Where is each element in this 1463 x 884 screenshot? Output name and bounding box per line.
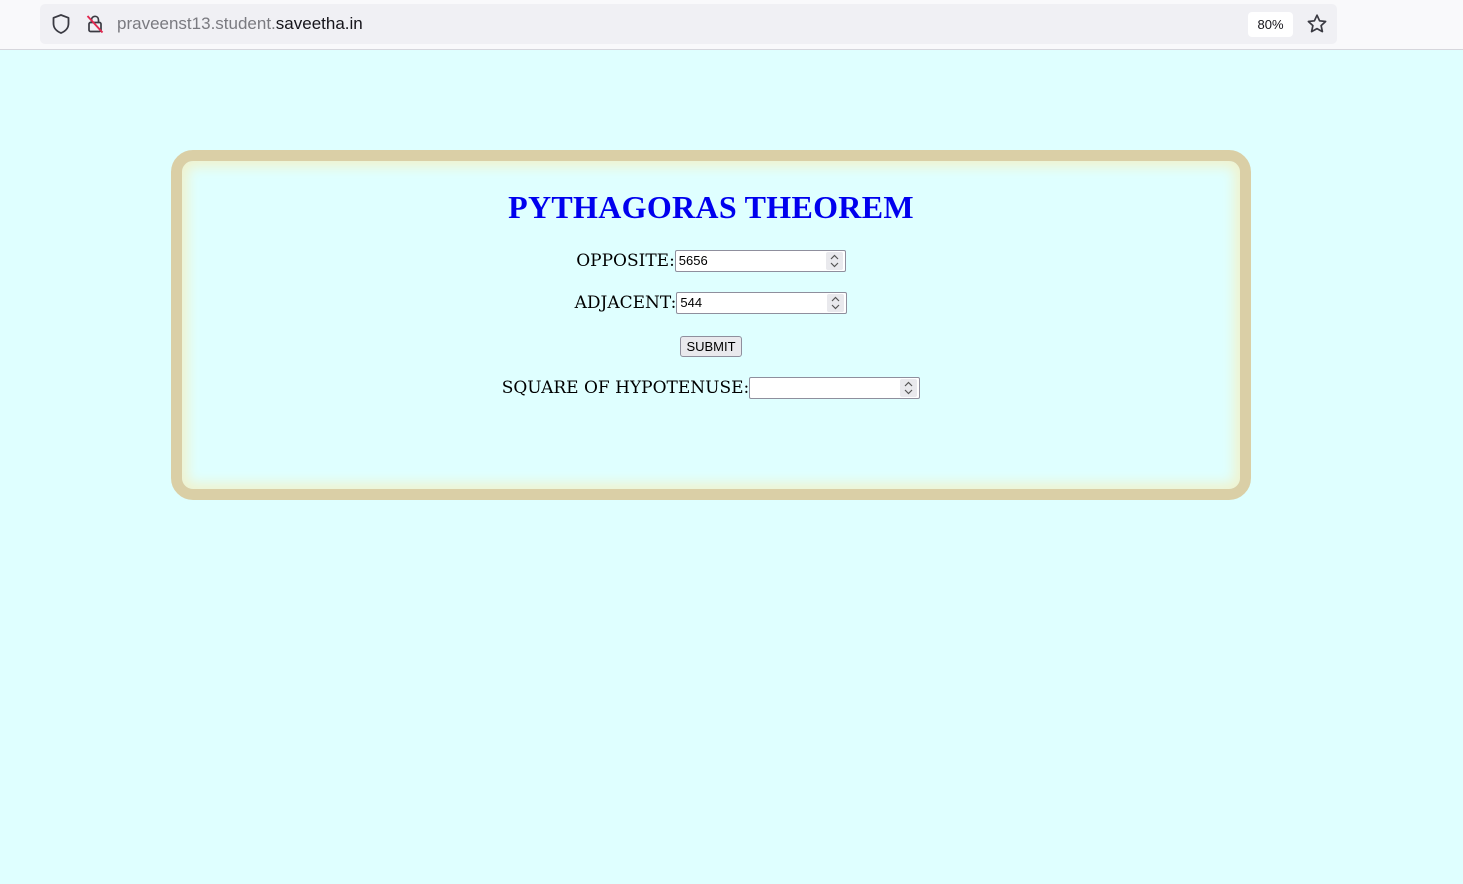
url-domain: saveetha.in: [275, 14, 363, 33]
chevron-up-icon[interactable]: [830, 254, 839, 260]
chevron-up-icon[interactable]: [831, 296, 840, 302]
page-title: PYTHAGORAS THEOREM: [508, 189, 914, 225]
browser-toolbar: praveenst13.student.saveetha.in 80%: [0, 0, 1463, 50]
opposite-input[interactable]: [675, 251, 824, 271]
hypotenuse-input-box[interactable]: [749, 377, 921, 399]
address-bar[interactable]: praveenst13.student.saveetha.in 80%: [40, 4, 1337, 44]
chevron-up-icon[interactable]: [904, 381, 913, 387]
hypotenuse-label: SQUARE OF HYPOTENUSE:: [501, 378, 750, 398]
adjacent-input-box[interactable]: [676, 292, 848, 314]
opposite-row: OPPOSITE:: [182, 250, 1240, 272]
adjacent-spinner[interactable]: [827, 294, 845, 312]
adjacent-label: ADJACENT:: [574, 293, 677, 313]
submit-button[interactable]: SUBMIT: [680, 336, 742, 357]
url-text[interactable]: praveenst13.student.saveetha.in: [117, 14, 363, 34]
opposite-label: OPPOSITE:: [576, 251, 675, 271]
hypotenuse-spinner[interactable]: [900, 379, 918, 397]
adjacent-row: ADJACENT:: [182, 292, 1240, 314]
adjacent-input[interactable]: [677, 293, 826, 313]
chevron-down-icon[interactable]: [904, 389, 913, 395]
opposite-spinner[interactable]: [825, 252, 843, 270]
shield-icon[interactable]: [50, 13, 72, 35]
url-prefix: praveenst13.student.: [117, 14, 276, 33]
hypotenuse-row: SQUARE OF HYPOTENUSE:: [182, 377, 1240, 399]
hypotenuse-input[interactable]: [750, 378, 899, 398]
opposite-input-box[interactable]: [674, 250, 846, 272]
bookmark-star-icon[interactable]: [1306, 13, 1328, 35]
zoom-level-button[interactable]: 80%: [1248, 12, 1293, 37]
theorem-card: PYTHAGORAS THEOREM OPPOSITE: ADJACENT: S…: [171, 150, 1251, 500]
submit-row: SUBMIT: [182, 336, 1240, 357]
chevron-down-icon[interactable]: [830, 262, 839, 268]
chevron-down-icon[interactable]: [831, 304, 840, 310]
insecure-lock-icon[interactable]: [84, 13, 106, 35]
